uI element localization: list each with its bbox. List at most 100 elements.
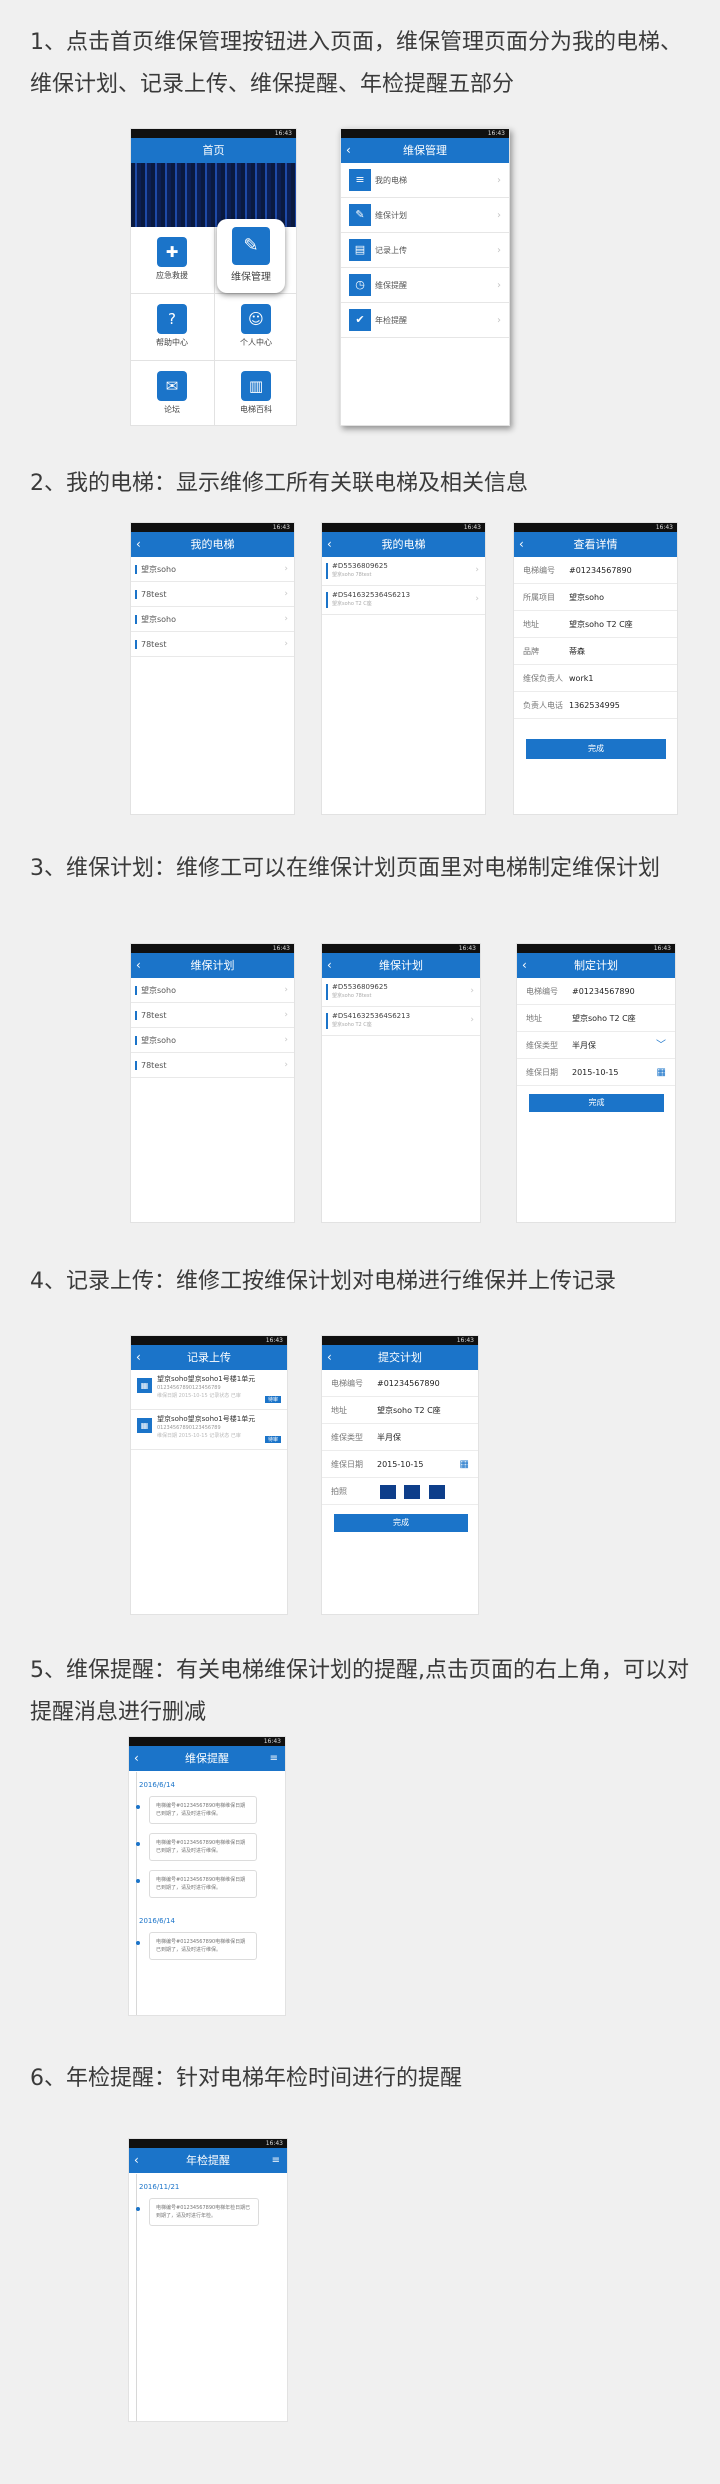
chat-icon: ✉ [157, 371, 187, 401]
list-item[interactable]: 望京soho › [131, 557, 294, 582]
section-1-heading: 1、点击首页维保管理按钮进入页面，维保管理页面分为我的电梯、维保计划、记录上传、… [30, 30, 682, 97]
tile-profile[interactable]: ☺ 个人中心 [230, 294, 282, 360]
menu-item-remind[interactable]: ◷ 维保提醒 › [341, 268, 509, 303]
chevron-right-icon: › [475, 565, 479, 575]
field-row: 地址 望京soho T2 C座 [514, 611, 677, 638]
menu-item-upload[interactable]: ▤ 记录上传 › [341, 233, 509, 268]
chevron-right-icon: › [284, 1035, 288, 1045]
chevron-right-icon: › [284, 614, 288, 624]
home-title: 首页 [131, 138, 296, 163]
list-item[interactable]: 望京soho › [131, 978, 294, 1003]
my-elevator-list-screen: 16:43 ‹ 我的电梯 望京soho › 78test › 望京soho › 78te… [130, 522, 295, 815]
list-item[interactable]: 望京soho › [131, 1028, 294, 1053]
list-item[interactable]: 78test › [131, 582, 294, 607]
menu-item-my-elevator[interactable]: ≡ 我的电梯 › [341, 163, 509, 198]
calendar-icon: ▦ [459, 1459, 469, 1470]
upload-icon: ▤ [349, 239, 371, 261]
menu-icon[interactable]: ≡ [272, 2148, 280, 2173]
section-4-heading: 4、记录上传：维修工按维保计划对电梯进行维保并上传记录 [30, 1269, 616, 1294]
field-row: 品牌 蒂森 [514, 638, 677, 665]
reminder-date: 2016/11/21 [139, 2183, 180, 2191]
list-item[interactable]: 望京soho › [131, 607, 294, 632]
list-item[interactable]: 78test › [131, 1053, 294, 1078]
back-icon[interactable]: ‹ [522, 953, 527, 978]
status-badge: 待审 [264, 1436, 281, 1443]
back-icon[interactable]: ‹ [136, 1345, 141, 1370]
chevron-right-icon: › [497, 245, 501, 256]
submit-plan-screen: 16:43 ‹ 提交计划 电梯编号 #01234567890 地址 望京soho T2… [321, 1335, 479, 1615]
menu-item-plan[interactable]: ✎ 维保计划 › [341, 198, 509, 233]
done-button[interactable]: 完成 [334, 1514, 468, 1532]
chevron-right-icon: › [470, 986, 474, 996]
field-row: 电梯编号 #01234567890 [322, 1370, 478, 1397]
list-item[interactable]: #DS416325364S6213 望京soho T2 C座 › [322, 1007, 480, 1036]
reminder-date: 2016/6/14 [139, 1917, 175, 1925]
field-row: 维保类型 半月保 [322, 1424, 478, 1451]
section-2-heading: 2、我的电梯：显示维修工所有关联电梯及相关信息 [30, 471, 528, 496]
menu-item-annual[interactable]: ✔ 年检提醒 › [341, 303, 509, 338]
chevron-right-icon: › [284, 589, 288, 599]
section-5-heading: 5、维保提醒：有关电梯维保计划的提醒,点击页面的右上角，可以对提醒消息进行删减 [30, 1658, 689, 1725]
photo-thumb[interactable] [428, 1484, 445, 1499]
photo-thumb[interactable] [379, 1484, 396, 1499]
maint-date-picker[interactable]: 维保日期 2015-10-15 ▦ [322, 1451, 478, 1478]
chevron-right-icon: › [284, 1060, 288, 1070]
field-row: 负责人电话 1362534995 [514, 692, 677, 719]
section-3-heading: 3、维保计划：维修工可以在维保计划页面里对电梯制定维保计划 [30, 856, 660, 881]
reminder-card[interactable]: 电梯编号#01234567890电梯维保日期已到期了，请及时进行维保。 [136, 1870, 257, 1898]
chevron-right-icon: › [284, 564, 288, 574]
tile-wiki[interactable]: ▥ 电梯百科 [230, 361, 282, 425]
calendar-icon: ▦ [656, 1067, 666, 1078]
back-icon[interactable]: ‹ [136, 532, 141, 557]
chevron-right-icon: › [284, 1010, 288, 1020]
list-item[interactable]: #D5536809625 望京soho 78test › [322, 557, 485, 586]
chevron-down-icon: ﹀ [656, 1040, 666, 1051]
calendar-icon: ▦ [137, 1418, 152, 1433]
field-row: 地址 望京soho T2 C座 [322, 1397, 478, 1424]
reminder-card[interactable]: 电梯编号#01234567890电梯维保日期已到期了，请及时进行维保。 [136, 1932, 257, 1960]
user-icon: ☺ [241, 304, 271, 334]
reminder-card[interactable]: 电梯编号#01234567890电梯年检日期已到期了，请及时进行年检。 [136, 2198, 259, 2226]
back-icon[interactable]: ‹ [519, 532, 524, 557]
chevron-right-icon: › [497, 175, 501, 186]
list-item[interactable]: 78test › [131, 1003, 294, 1028]
record-item[interactable]: ▦ 望京soho望京soho1号楼1单元 01234567890123456789 维… [131, 1370, 287, 1410]
list-item[interactable]: #D5536809625 望京soho 78test › [322, 978, 480, 1007]
maintenance-menu-screen: 16:43 ‹ 维保管理 ≡ 我的电梯 › ✎ 维保计划 › ▤ 记录上传 › ◷ 维保提醒 › … [340, 128, 510, 426]
back-icon[interactable]: ‹ [134, 2148, 139, 2173]
calendar-icon: ▦ [137, 1378, 152, 1393]
plan-list-screen: 16:43 ‹ 维保计划 望京soho › 78test › 望京soho › 78te… [130, 943, 295, 1223]
back-icon[interactable]: ‹ [327, 953, 332, 978]
reminder-card[interactable]: 电梯编号#01234567890电梯维保日期已到期了，请及时进行维保。 [136, 1796, 257, 1824]
maintenance-reminder-screen: 16:43 ‹ 维保提醒 ≡ 2016/6/14 电梯编号#01234567890电… [128, 1736, 286, 2016]
done-button[interactable]: 完成 [526, 739, 666, 759]
elevator-icon: ≡ [349, 169, 371, 191]
reminder-card[interactable]: 电梯编号#01234567890电梯维保日期已到期了，请及时进行维保。 [136, 1833, 257, 1861]
status-bar: 16:43 [131, 129, 296, 138]
maint-type-select[interactable]: 维保类型 半月保 ﹀ [517, 1032, 675, 1059]
field-row: 地址 望京soho T2 C座 [517, 1005, 675, 1032]
reminder-date: 2016/6/14 [139, 1781, 175, 1789]
done-button[interactable]: 完成 [529, 1094, 664, 1112]
photo-row: 拍照 [322, 1478, 478, 1505]
back-icon[interactable]: ‹ [327, 1345, 332, 1370]
list-item[interactable]: #DS416325364S6213 望京soho T2 C座 › [322, 586, 485, 615]
maint-date-picker[interactable]: 维保日期 2015-10-15 ▦ [517, 1059, 675, 1086]
make-plan-screen: 16:43 ‹ 制定计划 电梯编号 #01234567890 地址 望京soho T2… [516, 943, 676, 1223]
tile-help[interactable]: ? 帮助中心 [146, 294, 198, 360]
back-icon[interactable]: ‹ [134, 1746, 139, 1771]
tile-maintenance[interactable]: ✎ 维保管理 [217, 219, 285, 293]
back-icon[interactable]: ‹ [136, 953, 141, 978]
menu-icon[interactable]: ≡ [270, 1746, 278, 1771]
photo-thumb[interactable] [404, 1484, 421, 1499]
record-item[interactable]: ▦ 望京soho望京soho1号楼1单元 01234567890123456789 维… [131, 1410, 287, 1450]
chevron-right-icon: › [497, 280, 501, 291]
record-upload-screen: 16:43 ‹ 记录上传 ▦ 望京soho望京soho1号楼1单元 012345678… [130, 1335, 288, 1615]
tile-emergency[interactable]: ✚ 应急救援 [146, 227, 198, 293]
list-item[interactable]: 78test › [131, 632, 294, 657]
back-icon[interactable]: ‹ [346, 138, 351, 163]
alarm-icon: ◷ [349, 274, 371, 296]
tile-forum[interactable]: ✉ 论坛 [146, 361, 198, 425]
back-icon[interactable]: ‹ [327, 532, 332, 557]
home-screen: 16:43 首页 ✚ 应急救援 ✎ 维保管理 ? 帮助中心 ☺ 个人中心 ✉ 论坛 ▥ 电梯… [130, 128, 297, 426]
